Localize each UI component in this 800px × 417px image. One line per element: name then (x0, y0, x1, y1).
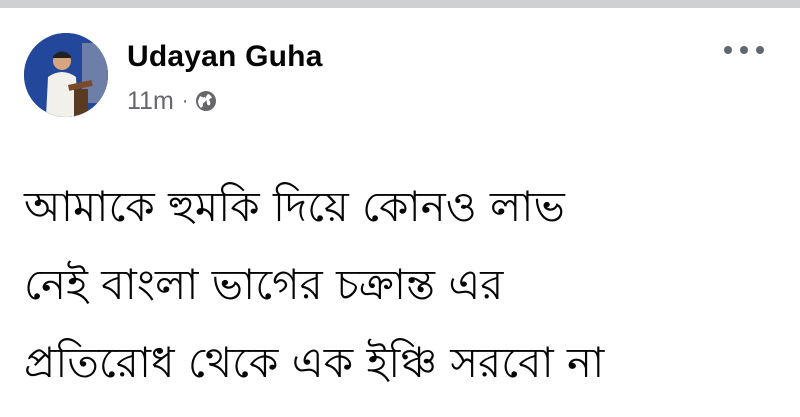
post-text: আমাকে হুমকি দিয়ে কোনও লাভ নেই বাংলা ভাগ… (24, 168, 794, 402)
avatar-photo (24, 33, 108, 117)
more-options-icon[interactable] (724, 44, 764, 56)
more-dot (740, 46, 748, 54)
post-text-line: আমাকে হুমকি দিয়ে কোনও লাভ (24, 182, 565, 231)
post-text-line: নেই বাংলা ভাগের চক্রান্ত এর (24, 260, 504, 309)
more-dot (724, 46, 732, 54)
globe-icon (196, 91, 217, 111)
more-dot (756, 46, 764, 54)
post-timestamp[interactable]: 11m (127, 87, 174, 116)
meta-separator: · (181, 89, 189, 112)
post-text-line: প্রতিরোধ থেকে এক ইঞ্চি সরবো না (24, 338, 605, 387)
avatar[interactable] (24, 33, 108, 117)
top-divider (0, 0, 800, 8)
author-name[interactable]: Udayan Guha (127, 40, 323, 74)
post-meta: 11m · (127, 84, 217, 118)
